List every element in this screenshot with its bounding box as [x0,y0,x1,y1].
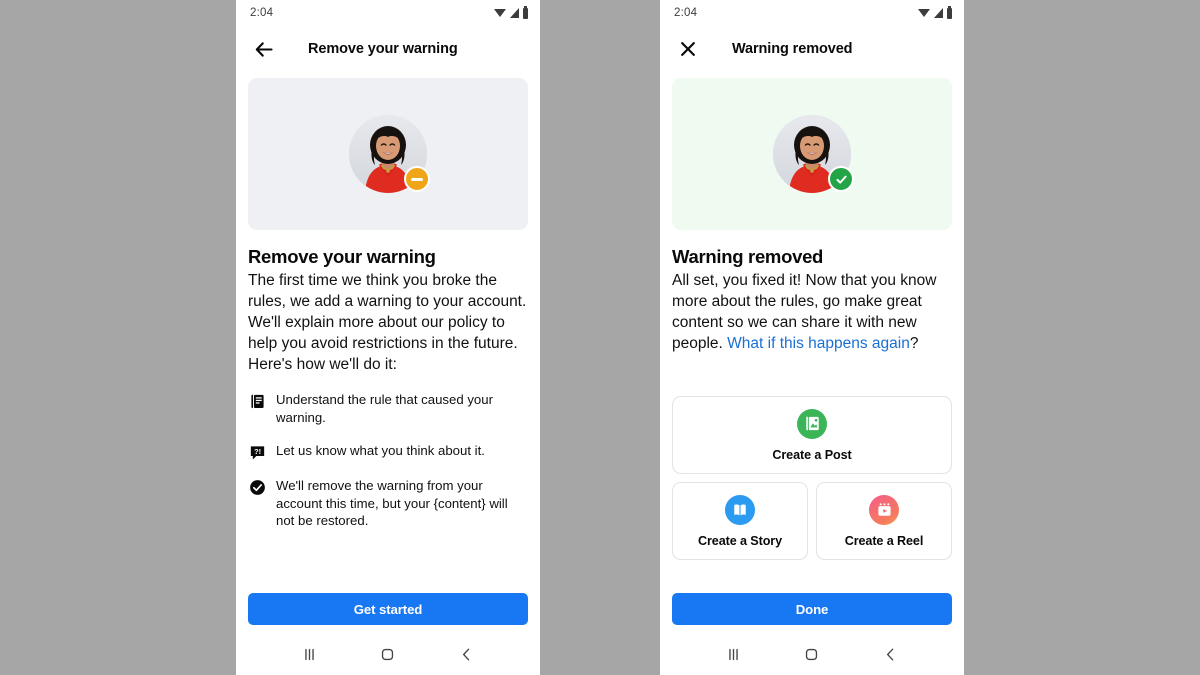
content-heading: Warning removed [672,246,824,267]
bullet-list: Understand the rule that caused your war… [248,391,528,530]
create-story-label: Create a Story [698,533,782,548]
create-reel-icon [869,494,899,525]
minus-badge-icon [404,166,430,192]
book-rules-icon [248,392,266,410]
list-item: ?! Let us know what you think about it. [248,442,528,461]
create-actions-row: Create a Story Create a Reel [672,482,952,560]
list-item: We'll remove the warning from your accou… [248,477,528,530]
back-arrow-icon[interactable] [248,33,280,65]
question-bubble-icon: ?! [248,443,266,461]
check-circle-icon [248,478,266,496]
screenshot-stage: 2:04 Remove your warning Remove your war… [0,0,1200,675]
create-actions: Create a Post Create a Story Create a Re… [672,396,952,560]
hero-illustration-removed [672,78,952,230]
home-key[interactable] [797,639,827,669]
page-title: Remove your warning [308,41,458,57]
create-story-card[interactable]: Create a Story [672,482,808,560]
create-reel-label: Create a Reel [844,533,924,548]
status-bar-time: 2:04 [674,7,698,19]
avatar-with-badge [349,115,430,193]
create-story-icon [725,494,755,525]
minus-bar [411,177,423,181]
content-body: All set, you fixed it! Now that you know… [672,270,952,354]
avatar-with-badge [773,115,854,193]
back-key[interactable] [452,639,482,669]
app-bar: Warning removed [660,26,964,72]
check-badge-icon [828,166,854,192]
wifi-icon [918,9,930,17]
what-if-happens-again-link[interactable]: What if this happens again [727,335,910,352]
recents-key[interactable] [718,639,748,669]
back-key[interactable] [876,639,906,669]
status-bar-icons [494,5,528,19]
list-item-label: We'll remove the warning from your accou… [276,478,508,528]
app-bar: Remove your warning [236,26,540,72]
get-started-button[interactable]: Get started [248,593,528,625]
home-key[interactable] [373,639,403,669]
content-heading: Remove your warning [248,246,436,267]
main-content: Warning removed All set, you fixed it! N… [660,230,964,387]
create-post-label: Create a Post [772,447,852,462]
main-content: Remove your warning The first time we th… [236,230,540,593]
android-nav-bar [236,633,540,675]
recents-key[interactable] [294,639,324,669]
signal-icon [510,8,519,18]
android-nav-bar [660,633,964,675]
layout-spacer [660,560,964,593]
phone-screen-warning-removed: 2:04 Warning removed Warning removed All… [660,0,964,675]
create-reel-card[interactable]: Create a Reel [816,482,952,560]
status-bar-icons [918,5,952,19]
status-bar: 2:04 [660,0,964,26]
phone-screen-remove-warning: 2:04 Remove your warning Remove your war… [236,0,540,675]
cta-container: Done [660,593,964,625]
list-item-label: Let us know what you think about it. [276,443,485,458]
create-post-card[interactable]: Create a Post [672,396,952,474]
content-body: The first time we think you broke the ru… [248,272,527,373]
close-icon[interactable] [672,33,704,65]
wifi-icon [494,9,506,17]
page-title: Warning removed [732,41,853,57]
cta-container: Get started [236,593,540,625]
battery-icon [523,5,528,19]
done-button[interactable]: Done [672,593,952,625]
hero-illustration-warning [248,78,528,230]
svg-text:?!: ?! [254,447,261,456]
battery-icon [947,5,952,19]
signal-icon [934,8,943,18]
list-item-label: Understand the rule that caused your war… [276,392,493,425]
status-bar-time: 2:04 [250,7,274,19]
list-item: Understand the rule that caused your war… [248,391,528,426]
content-body-tail: ? [909,335,919,352]
status-bar: 2:04 [236,0,540,26]
create-post-icon [797,408,827,439]
